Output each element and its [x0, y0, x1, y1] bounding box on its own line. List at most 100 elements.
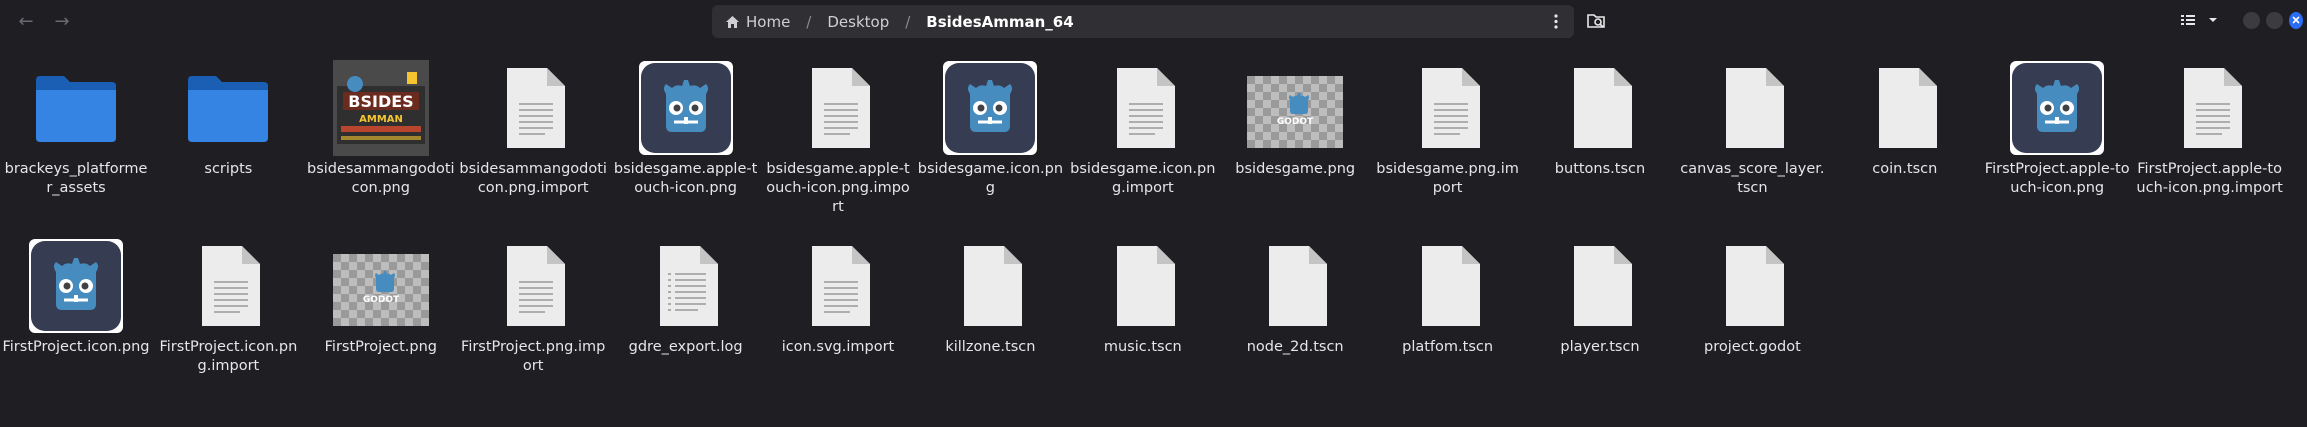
file-item[interactable]: icon.svg.import — [762, 238, 914, 357]
minimize-button[interactable] — [2243, 12, 2260, 29]
text-file-icon — [180, 238, 276, 334]
back-arrow-icon: ← — [18, 11, 34, 32]
breadcrumb-home-label: Home — [746, 12, 791, 31]
file-item[interactable]: coin.tscn — [1829, 60, 1981, 179]
file-name: project.godot — [1704, 339, 1801, 355]
blank-file-icon — [942, 238, 1038, 334]
breadcrumb-desktop[interactable]: Desktop — [817, 5, 899, 38]
blank-file-icon — [1552, 60, 1648, 156]
file-item[interactable]: GODOT FirstProject.png — [305, 238, 457, 357]
breadcrumb-separator: / — [905, 12, 911, 31]
file-name: platfom.tscn — [1402, 339, 1494, 355]
file-name: bsidesammangodoticon.png — [307, 161, 455, 196]
godot-image-icon — [28, 238, 124, 334]
file-name: FirstProject.icon.png — [2, 339, 150, 355]
file-item[interactable]: scripts — [152, 60, 304, 179]
blank-file-icon — [1704, 60, 1800, 156]
file-name: icon.svg.import — [781, 339, 895, 355]
file-item[interactable]: FirstProject.png.import — [457, 238, 609, 376]
file-item[interactable]: platfom.tscn — [1372, 238, 1524, 357]
file-name: bsidesammangodoticon.png.import — [459, 161, 607, 196]
file-name: FirstProject.icon.png.import — [159, 339, 298, 374]
file-item[interactable]: bsidesgame.icon.png.import — [1067, 60, 1219, 198]
text-file-icon — [790, 238, 886, 334]
godot-image-icon — [2009, 60, 2105, 156]
file-name: FirstProject.png — [324, 339, 437, 355]
file-item[interactable]: project.godot — [1676, 238, 1828, 357]
file-item[interactable]: FirstProject.icon.png — [0, 238, 152, 357]
bsides-image-icon: BSIDES AMMAN — [332, 60, 429, 156]
breadcrumb-current-folder[interactable]: BsidesAmman_64 — [916, 5, 1083, 38]
file-item[interactable]: bsidesgame.png.import — [1372, 60, 1524, 198]
back-button[interactable]: ← — [14, 10, 38, 34]
file-name: buttons.tscn — [1554, 161, 1646, 177]
path-menu-icon[interactable] — [1548, 13, 1564, 30]
path-bar[interactable]: Home / Desktop / BsidesAmman_64 — [712, 5, 1574, 38]
file-item[interactable]: gdre_export.log — [610, 238, 762, 357]
godot-image-icon — [638, 60, 734, 156]
text-file-icon — [1095, 60, 1191, 156]
file-name: killzone.tscn — [945, 339, 1036, 355]
text-file-icon — [485, 60, 581, 156]
breadcrumb-home[interactable]: Home — [712, 5, 800, 38]
file-name: FirstProject.apple-touch-icon.png.import — [2136, 161, 2283, 196]
file-item[interactable]: bsidesgame.apple-touch-icon.png — [610, 60, 762, 198]
folder-icon — [180, 60, 276, 156]
file-name: bsidesgame.icon.png — [917, 161, 1064, 196]
forward-arrow-icon: → — [54, 11, 70, 32]
file-name: bsidesgame.icon.png.import — [1070, 161, 1216, 196]
file-name: coin.tscn — [1872, 161, 1938, 177]
file-item[interactable]: bsidesgame.apple-touch-icon.png.import — [762, 60, 914, 217]
text-file-icon — [1400, 60, 1496, 156]
file-name: music.tscn — [1103, 339, 1182, 355]
folder-icon — [28, 60, 124, 156]
file-item[interactable]: killzone.tscn — [914, 238, 1066, 357]
file-item[interactable]: bsidesammangodoticon.png.import — [457, 60, 609, 198]
breadcrumb-current-label: BsidesAmman_64 — [926, 12, 1074, 31]
blank-file-icon — [1095, 238, 1191, 334]
breadcrumb-desktop-label: Desktop — [827, 12, 890, 31]
file-item[interactable]: bsidesgame.icon.png — [914, 60, 1066, 198]
file-name: brackeys_platformer_assets — [4, 161, 148, 196]
file-item[interactable]: FirstProject.icon.png.import — [152, 238, 304, 376]
header-bar: ← → Home / Desktop / BsidesAmman_64 — [0, 0, 2307, 44]
file-name: node_2d.tscn — [1246, 339, 1344, 355]
text-file-icon — [2162, 60, 2258, 156]
file-item[interactable]: music.tscn — [1067, 238, 1219, 357]
file-item[interactable]: FirstProject.apple-touch-icon.png — [1981, 60, 2133, 198]
forward-button[interactable]: → — [50, 10, 74, 34]
file-item[interactable]: player.tscn — [1524, 238, 1676, 357]
search-folder-icon[interactable] — [1587, 12, 1607, 30]
godot-image-icon — [942, 60, 1038, 156]
blank-file-icon — [1247, 238, 1343, 334]
file-item[interactable]: brackeys_platformer_assets — [0, 60, 152, 198]
maximize-button[interactable] — [2266, 12, 2283, 29]
file-item[interactable]: node_2d.tscn — [1219, 238, 1371, 357]
blank-file-icon — [1552, 238, 1648, 334]
file-name: bsidesgame.png — [1235, 161, 1356, 177]
breadcrumb-separator: / — [806, 12, 812, 31]
close-button[interactable] — [2289, 12, 2303, 29]
file-item[interactable]: FirstProject.apple-touch-icon.png.import — [2134, 60, 2286, 198]
file-name: scripts — [204, 161, 253, 177]
file-name: bsidesgame.png.import — [1376, 161, 1519, 196]
blank-file-icon — [1400, 238, 1496, 334]
file-name: gdre_export.log — [628, 339, 743, 355]
svg-text:BSIDES: BSIDES — [348, 92, 413, 111]
list-view-icon[interactable] — [2180, 12, 2196, 28]
file-item[interactable]: canvas_score_layer.tscn — [1676, 60, 1828, 198]
file-item[interactable]: buttons.tscn — [1524, 60, 1676, 179]
home-icon — [726, 15, 739, 28]
close-icon — [2292, 16, 2300, 24]
file-name: canvas_score_layer.tscn — [1680, 161, 1825, 196]
godot-splash-image-icon: GODOT — [1247, 60, 1344, 156]
file-name: player.tscn — [1560, 339, 1640, 355]
file-name: bsidesgame.apple-touch-icon.png.import — [766, 161, 910, 215]
text-file-icon — [485, 238, 581, 334]
svg-text:AMMAN: AMMAN — [359, 114, 403, 125]
file-item[interactable]: BSIDES AMMAN bsidesammangodoticon.png — [305, 60, 457, 198]
blank-file-icon — [1857, 60, 1953, 156]
file-name: FirstProject.png.import — [461, 339, 606, 374]
file-item[interactable]: GODOT bsidesgame.png — [1219, 60, 1371, 179]
chevron-down-icon[interactable] — [2207, 14, 2219, 26]
